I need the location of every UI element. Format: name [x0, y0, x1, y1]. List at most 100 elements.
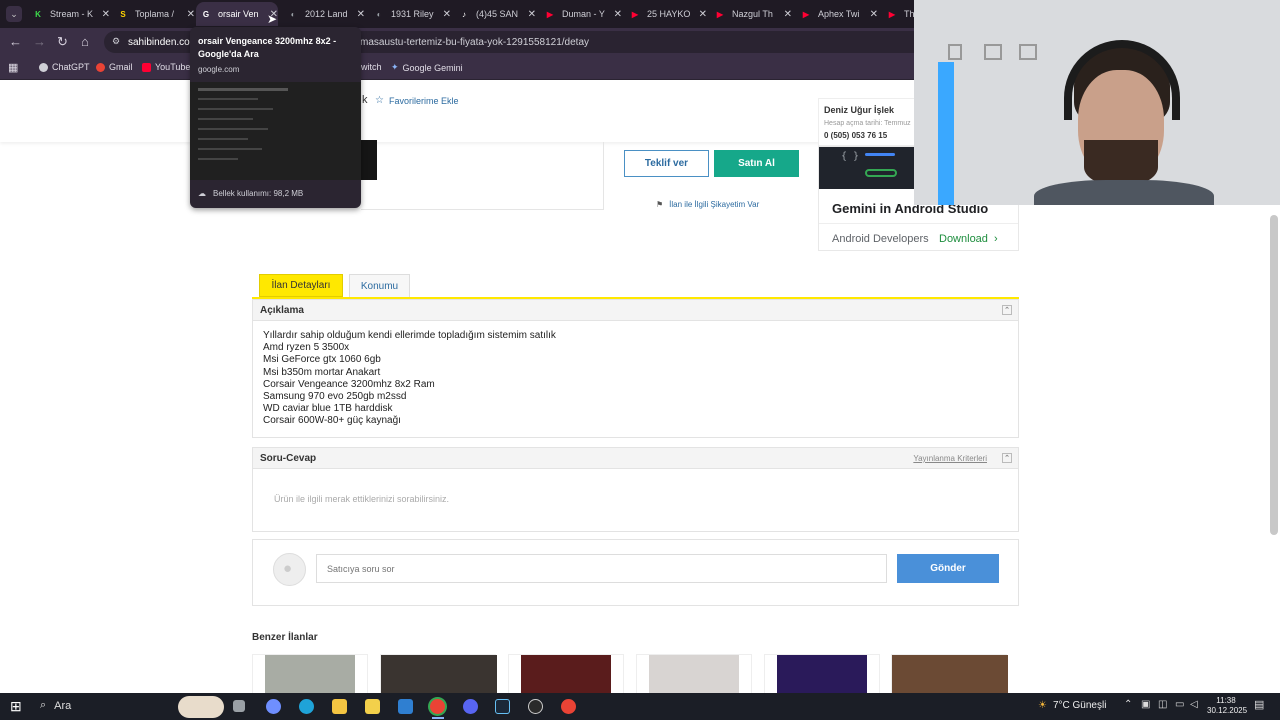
question-input[interactable]	[316, 554, 887, 583]
bookmark-gmail[interactable]: Gmail	[96, 62, 133, 72]
browser-tab[interactable]: ◐ 2012 Land ✕	[283, 2, 365, 26]
tab-search-button[interactable]: ⌄	[6, 6, 22, 22]
tab-konumu[interactable]: Konumu	[349, 274, 410, 297]
browser-tab[interactable]: ▶ Aphex Twi ✕	[796, 2, 878, 26]
similar-card[interactable]	[636, 654, 752, 693]
bookmark-youtube[interactable]: YouTube	[142, 62, 190, 72]
app-icon[interactable]	[528, 699, 543, 714]
page-scrollbar[interactable]	[1270, 215, 1278, 535]
similar-card[interactable]	[764, 654, 880, 693]
home-icon[interactable]: ⌂	[81, 34, 89, 49]
clock[interactable]: 11:38 30.12.2025	[1207, 696, 1247, 716]
notifications-icon[interactable]: ▤	[1254, 698, 1264, 711]
add-favorites-link[interactable]: ☆ Favorilerime Ekle	[375, 95, 459, 106]
tray-chevron-icon[interactable]: ⌃	[1124, 699, 1132, 710]
tab-favicon-icon: ▶	[888, 9, 896, 19]
description-header: Açıklama ⌃	[252, 299, 1019, 321]
apps-grid-icon[interactable]: ▦	[8, 61, 18, 74]
browser-tab[interactable]: ▶ Nazgul Th ✕	[710, 2, 792, 26]
chatgpt-icon	[39, 62, 48, 72]
tray-app-icon[interactable]: ▣	[1141, 699, 1150, 710]
similar-image	[381, 655, 497, 693]
tab-favicon-icon: ▶	[546, 9, 554, 19]
similar-image	[521, 655, 611, 693]
qa-form: ● Gönder	[252, 539, 1019, 606]
tab-close-icon[interactable]: ✕	[187, 9, 195, 20]
qa-header: Soru-Cevap Yayınlanma Kriterleri ⌃	[252, 447, 1019, 469]
collapse-icon[interactable]: ⌃	[1002, 305, 1012, 315]
widget-swan-icon[interactable]	[178, 696, 224, 718]
similar-card[interactable]	[252, 654, 368, 693]
buy-button[interactable]: Satın Al	[714, 150, 799, 177]
task-view-icon[interactable]	[233, 700, 245, 712]
qa-criteria-link[interactable]: Yayınlanma Kriterleri	[913, 454, 987, 463]
offer-button[interactable]: Teklif ver	[624, 150, 709, 177]
tab-close-icon[interactable]: ✕	[443, 9, 451, 20]
similar-image	[892, 655, 1008, 693]
edge-icon[interactable]	[299, 699, 314, 714]
browser-tab[interactable]: ◐ 1931 Riley ✕	[369, 2, 451, 26]
bookmark-twitch[interactable]: witch	[361, 62, 382, 72]
preview-line	[198, 148, 262, 150]
collapse-icon[interactable]: ⌃	[1002, 453, 1012, 463]
preview-line	[198, 128, 268, 130]
chrome-profile-icon[interactable]	[561, 699, 576, 714]
file-explorer-icon[interactable]	[332, 699, 347, 714]
description-line: Samsung 970 evo 250gb m2ssd	[263, 391, 407, 403]
browser-tab[interactable]: Gorsair Ven ✕	[196, 2, 278, 26]
volume-icon[interactable]: ◁	[1190, 699, 1198, 710]
tab-title: 25 HAYKO	[647, 9, 691, 19]
description-line: WD caviar blue 1TB harddisk	[263, 403, 393, 415]
send-button[interactable]: Gönder	[897, 554, 999, 583]
browser-tab[interactable]: ▶ Duman - Y ✕	[540, 2, 622, 26]
reload-icon[interactable]: ↻	[57, 34, 68, 50]
tab-close-icon[interactable]: ✕	[528, 9, 536, 20]
seller-name[interactable]: Deniz Uğur İşlek	[824, 105, 894, 115]
forward-icon[interactable]: →	[33, 34, 46, 49]
back-icon[interactable]: ←	[9, 34, 22, 49]
chrome-icon[interactable]	[430, 699, 445, 714]
tab-close-icon[interactable]: ✕	[699, 9, 707, 20]
similar-card[interactable]	[380, 654, 497, 693]
tab-ilan-detaylari[interactable]: İlan Detayları	[259, 274, 343, 297]
tab-close-icon[interactable]: ✕	[870, 9, 878, 20]
tab-close-icon[interactable]: ✕	[102, 9, 110, 20]
browser-tab[interactable]: ▶ 25 HAYKO ✕	[625, 2, 707, 26]
qa-body: Ürün ile ilgili merak ettiklerinizi sora…	[252, 469, 1019, 532]
browser-tab[interactable]: S Toplama / ✕	[113, 2, 195, 26]
seller-since: Hesap açma tarihi: Temmuz	[824, 120, 911, 127]
similar-card[interactable]	[508, 654, 624, 693]
webcam-frame	[948, 44, 962, 60]
browser-tab[interactable]: ♪ (4)45 SAN ✕	[454, 2, 536, 26]
bookmark-chatgpt[interactable]: ChatGPT	[39, 62, 90, 72]
taskbar-search[interactable]: ⌕ Ara	[40, 699, 71, 712]
code-line-green	[865, 169, 897, 177]
tab-close-icon[interactable]: ✕	[784, 9, 792, 20]
bookmark-gemini[interactable]: ✦ Google Gemini	[391, 62, 463, 73]
truncated-text: k	[362, 94, 368, 106]
copilot-icon[interactable]	[266, 699, 281, 714]
discord-icon[interactable]	[463, 699, 478, 714]
clock-time: 11:38	[1216, 696, 1236, 705]
outlook-icon[interactable]	[398, 699, 413, 714]
tab-title: Aphex Twi	[818, 9, 860, 19]
tab-close-icon[interactable]: ✕	[614, 9, 622, 20]
chevron-down-icon: ⌄	[10, 8, 18, 19]
tab-close-icon[interactable]: ✕	[357, 9, 365, 20]
network-icon[interactable]: ▭	[1175, 699, 1184, 710]
browser-tab[interactable]: ▶ The	[882, 2, 914, 26]
tab-favicon-icon: ◐	[376, 9, 382, 19]
preview-line	[198, 98, 258, 100]
similar-card[interactable]	[891, 654, 1008, 693]
complaint-link[interactable]: ⚑ İlan ile İlgili Şikayetim Var	[656, 200, 759, 209]
site-info-icon[interactable]: ⚙	[112, 36, 120, 47]
windows-start-icon[interactable]: ⊞	[10, 698, 22, 715]
hovercard-preview	[190, 82, 361, 180]
url-path: masaustu-tertemiz-bu-fiyata-yok-12915581…	[360, 36, 590, 48]
weather-widget[interactable]: ☀ 7°C Güneşli	[1038, 700, 1106, 711]
browser-tab[interactable]: K Stream - K ✕	[28, 2, 110, 26]
store-icon[interactable]	[365, 699, 380, 714]
tray-app-icon[interactable]: ◫	[1158, 699, 1167, 710]
steam-icon[interactable]	[495, 699, 510, 714]
ad-download-link[interactable]: Download ›	[939, 233, 998, 245]
